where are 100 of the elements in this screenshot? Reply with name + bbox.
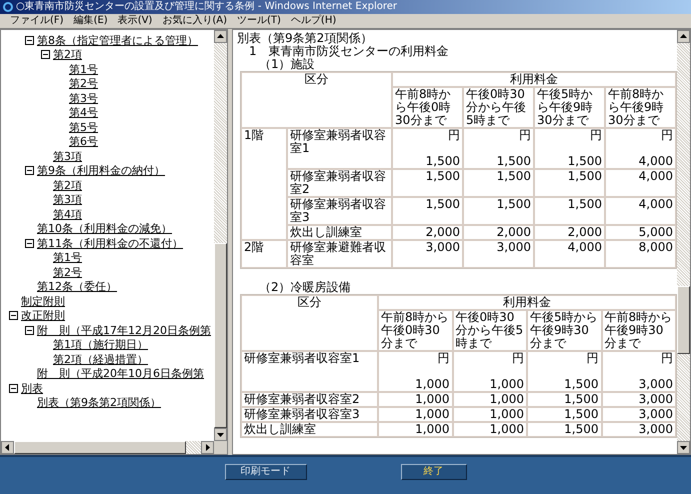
- unit-text: 円: [590, 129, 602, 142]
- amount-text: 4,000: [638, 155, 673, 168]
- amount-text: 3,000: [424, 241, 460, 254]
- amount-text: 1,500: [426, 155, 460, 168]
- tree-link[interactable]: 第2項: [53, 178, 82, 192]
- table-cell: 研修室兼弱者収容室2: [287, 169, 392, 197]
- amount-text: 1,500: [424, 170, 460, 183]
- tree-link[interactable]: 別表: [21, 382, 43, 395]
- menu-item[interactable]: 編集(E): [74, 15, 108, 27]
- menu-item[interactable]: ヘルプ(H): [290, 15, 336, 27]
- tree-link[interactable]: 第10条（利用料金の減免）: [37, 222, 172, 236]
- amount-text: 1,500: [564, 378, 598, 391]
- tree-link[interactable]: 第1項（施行期日）: [53, 338, 148, 352]
- unit-text: 円: [519, 129, 531, 142]
- scrollbar-corner: [214, 441, 227, 454]
- period-header: 午前8時から午後0時30分まで: [392, 87, 463, 128]
- table-caption: （1）施設: [258, 58, 316, 71]
- menu-item[interactable]: 表示(V): [118, 15, 152, 27]
- tree-link[interactable]: 第12条（委任）: [37, 280, 117, 294]
- scroll-thumb[interactable]: [677, 286, 690, 354]
- amount-text: 1,000: [415, 378, 450, 391]
- tree-link[interactable]: 第3項: [53, 193, 82, 206]
- tree-link[interactable]: 第2項（経過措置）: [53, 352, 148, 366]
- period-header: 午後5時から午後9時30分まで: [527, 310, 602, 351]
- tree-link[interactable]: 改正附則: [21, 309, 65, 322]
- collapse-icon[interactable]: [9, 311, 18, 320]
- amount-text: 4,000: [638, 170, 673, 183]
- scroll-thumb[interactable]: [214, 243, 227, 428]
- tree-link[interactable]: 第2号: [69, 77, 98, 90]
- tree-link[interactable]: 第4号: [69, 106, 98, 120]
- tree-link[interactable]: 第1号: [69, 62, 98, 76]
- period-header: 午後0時30分から午後5時まで: [452, 310, 527, 351]
- amount-text: 1,500: [496, 198, 531, 211]
- table-header: 区分: [241, 72, 392, 128]
- amount-text: 1,500: [566, 198, 602, 211]
- table-cell: 研修室兼弱者収容室2: [241, 392, 378, 407]
- amount-text: 4,000: [638, 198, 673, 211]
- amount-text: 1,500: [496, 170, 531, 183]
- tree-link[interactable]: 第1号: [53, 251, 82, 264]
- table-cell: 炊出し訓練室: [287, 225, 392, 240]
- amount-text: 4,000: [566, 241, 602, 254]
- unit-text: 円: [438, 352, 450, 365]
- tree-link[interactable]: 第4項: [53, 208, 82, 221]
- print-mode-button[interactable]: 印刷モード: [224, 464, 306, 480]
- vertical-scrollbar[interactable]: [214, 30, 227, 441]
- amount-text: 1,500: [563, 423, 598, 436]
- amount-text: 1,500: [424, 198, 460, 211]
- collapse-icon[interactable]: [25, 166, 34, 176]
- window-title: ○東青南市防災センターの設置及び管理に関する条例 - Windows Internet Explorer: [16, 1, 398, 13]
- table-cell: 2階: [241, 240, 287, 268]
- amount-text: 1,500: [563, 393, 598, 406]
- tree-link[interactable]: 第3号: [69, 92, 98, 105]
- amount-text: 3,000: [638, 393, 673, 406]
- unit-text: 円: [448, 129, 460, 142]
- amount-text: 1,000: [488, 423, 524, 436]
- amount-text: 1,000: [488, 408, 524, 421]
- collapse-icon[interactable]: [25, 36, 34, 45]
- collapse-icon[interactable]: [25, 326, 34, 335]
- amount-text: 3,000: [638, 423, 673, 436]
- menu-item[interactable]: お気に入り(A): [162, 15, 227, 27]
- tree-link[interactable]: 附 則（平成20年10月6日条例第: [37, 367, 204, 380]
- unit-text: 円: [661, 129, 673, 142]
- amount-text: 1,000: [488, 393, 524, 406]
- tree-link[interactable]: 制定附則: [21, 294, 65, 308]
- vertical-scrollbar[interactable]: [677, 30, 690, 454]
- tree-link[interactable]: 第2項: [53, 48, 82, 62]
- table-cell: 炊出し訓練室: [241, 422, 378, 437]
- amount-text: 2,000: [424, 226, 460, 239]
- tree-link[interactable]: 第11条（利用料金の不還付）: [37, 236, 183, 250]
- period-header: 午後5時から午後9時30分まで: [534, 87, 605, 128]
- amount-text: 2,000: [566, 226, 602, 239]
- tree-link[interactable]: 第6号: [69, 135, 98, 148]
- table-header: 利用料金: [378, 295, 676, 310]
- tree-link[interactable]: 第8条（指定管理者による管理）: [37, 34, 198, 47]
- amount-text: 5,000: [638, 226, 673, 239]
- collapse-icon[interactable]: [25, 238, 34, 248]
- tree-link[interactable]: 附 則（平成17年12月20日条例第: [37, 324, 211, 337]
- period-header: 午前8時から午後9時30分まで: [605, 87, 676, 128]
- tree-link[interactable]: 別表（第9条第2項関係）: [37, 396, 161, 410]
- horizontal-scrollbar[interactable]: [1, 441, 227, 454]
- tree-link[interactable]: 第5号: [69, 120, 98, 134]
- menu-item[interactable]: ツール(T): [237, 15, 281, 27]
- table-caption: （2）冷暖房設備: [258, 281, 352, 294]
- period-header: 午前8時から午後9時30分まで: [602, 310, 676, 351]
- tree-link[interactable]: 第2号: [53, 266, 82, 279]
- amount-text: 1,500: [568, 155, 602, 168]
- period-header: 午前8時から午後0時30分まで: [378, 310, 452, 351]
- table-cell: 研修室兼避難者収容室: [287, 240, 392, 268]
- table-cell: 研修室兼弱者収容室3: [287, 197, 392, 225]
- amount-text: 1,500: [496, 155, 531, 168]
- collapse-icon[interactable]: [41, 50, 50, 60]
- menu-item[interactable]: ファイル(F): [10, 15, 64, 27]
- amount-text: 1,500: [566, 170, 602, 183]
- tree-link[interactable]: 第3項: [53, 150, 82, 163]
- amount-text: 1,000: [414, 423, 450, 436]
- exit-button[interactable]: 終了: [400, 464, 466, 480]
- amount-text: 1,000: [414, 393, 450, 406]
- scroll-thumb[interactable]: [14, 441, 186, 454]
- tree-link[interactable]: 第9条（利用料金の納付）: [37, 164, 165, 178]
- collapse-icon[interactable]: [9, 384, 18, 393]
